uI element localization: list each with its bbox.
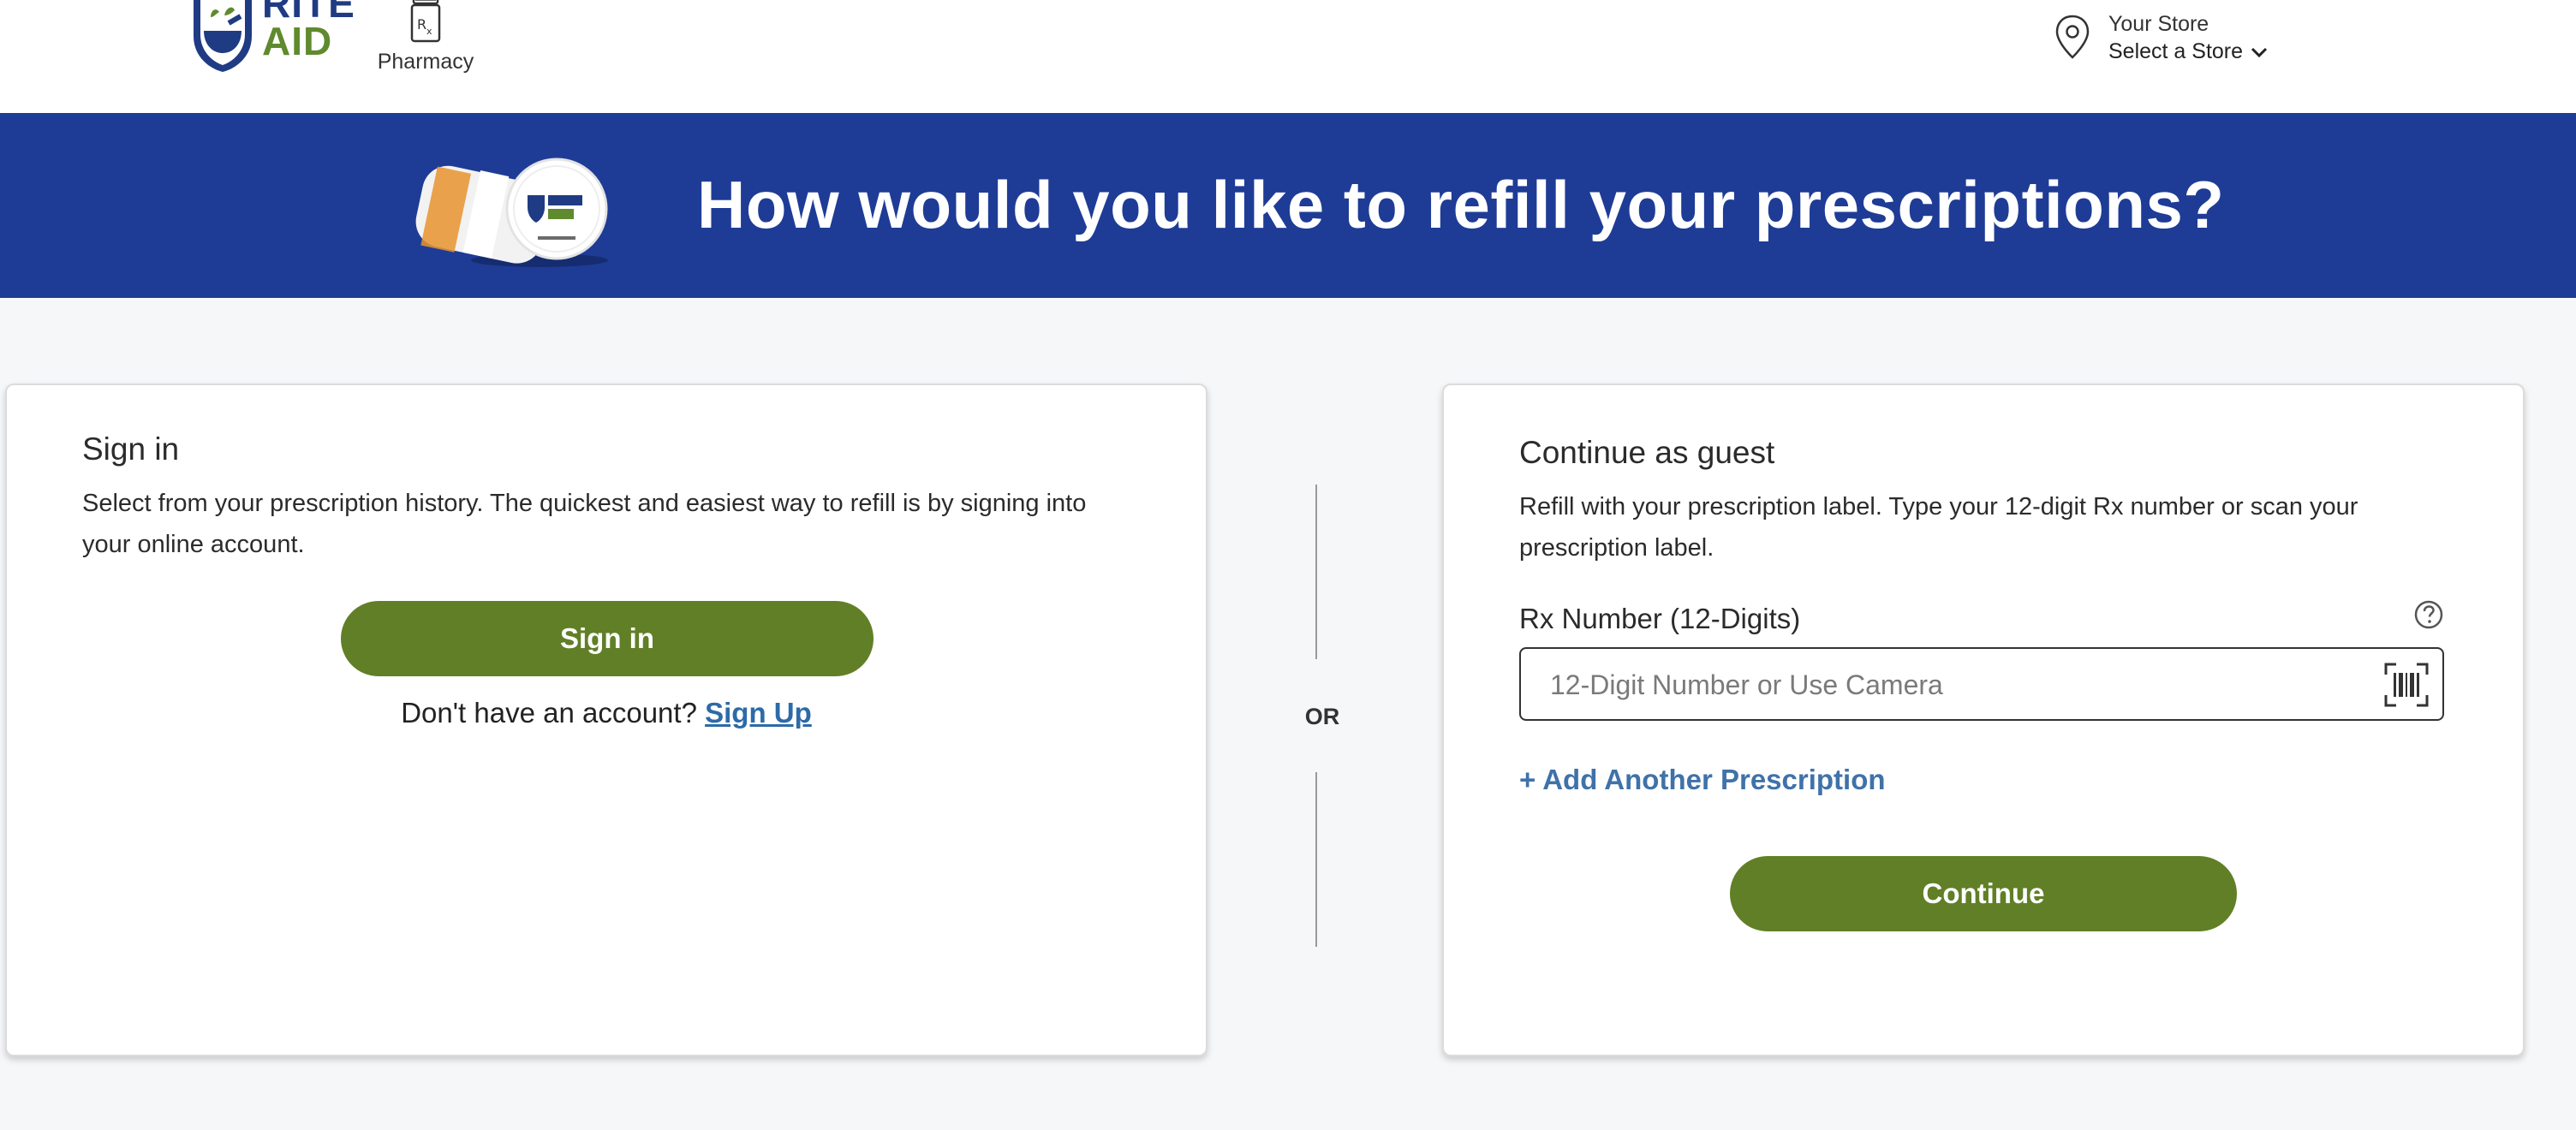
rx-number-input[interactable] [1521, 649, 2374, 721]
logo-shield-icon [194, 0, 252, 72]
rite-aid-logo[interactable]: RITE AID [190, 0, 370, 77]
separator-line-top [1315, 485, 1317, 659]
help-icon[interactable] [2413, 599, 2444, 630]
guest-description: Refill with your prescription label. Typ… [1519, 493, 2358, 562]
logo-line1: RITE [262, 0, 355, 26]
chevron-down-icon [2251, 47, 2268, 57]
signup-link[interactable]: Sign Up [705, 697, 812, 729]
signin-title: Sign in [82, 431, 180, 467]
page-title: How would you like to refill your prescr… [697, 167, 2225, 242]
hero-banner: How would you like to refill your prescr… [0, 113, 2576, 298]
location-pin-icon [2055, 15, 2090, 59]
signup-prompt: Don't have an account? Sign Up [7, 697, 1206, 729]
rx-number-label: Rx Number (12-Digits) [1519, 603, 1801, 634]
continue-button[interactable]: Continue [1730, 856, 2237, 931]
separator-line-bottom [1315, 772, 1317, 947]
no-account-text: Don't have an account? [401, 697, 697, 729]
guest-card: Continue as guest Refill with your presc… [1442, 384, 2525, 1056]
signin-card: Sign in Select from your prescription hi… [5, 384, 1208, 1056]
guest-title: Continue as guest [1519, 435, 1775, 470]
or-separator: OR [1304, 704, 1340, 729]
prescription-bottle-image [415, 158, 608, 267]
prescription-bottle-icon: R x [410, 0, 441, 43]
site-header: RITE AID R x Pharmacy Your Store Select … [0, 0, 2576, 113]
pharmacy-label: Pharmacy [377, 50, 474, 74]
signin-description: Select from your prescription history. T… [82, 490, 1087, 558]
logo-line2: AID [262, 19, 333, 63]
add-another-prescription-link[interactable]: + Add Another Prescription [1519, 764, 1886, 796]
select-store-label: Select a Store [2108, 39, 2244, 63]
signin-button[interactable]: Sign in [341, 601, 874, 676]
logo-wordmark: RITE AID [262, 0, 355, 63]
svg-text:x: x [426, 26, 432, 37]
pharmacy-nav[interactable]: R x Pharmacy [370, 0, 481, 74]
select-store-link[interactable]: Select a Store [2108, 39, 2269, 64]
rx-number-field [1519, 647, 2444, 721]
svg-text:R: R [417, 16, 426, 33]
barcode-scan-icon[interactable] [2382, 661, 2430, 709]
store-label: Your Store [2108, 12, 2209, 36]
